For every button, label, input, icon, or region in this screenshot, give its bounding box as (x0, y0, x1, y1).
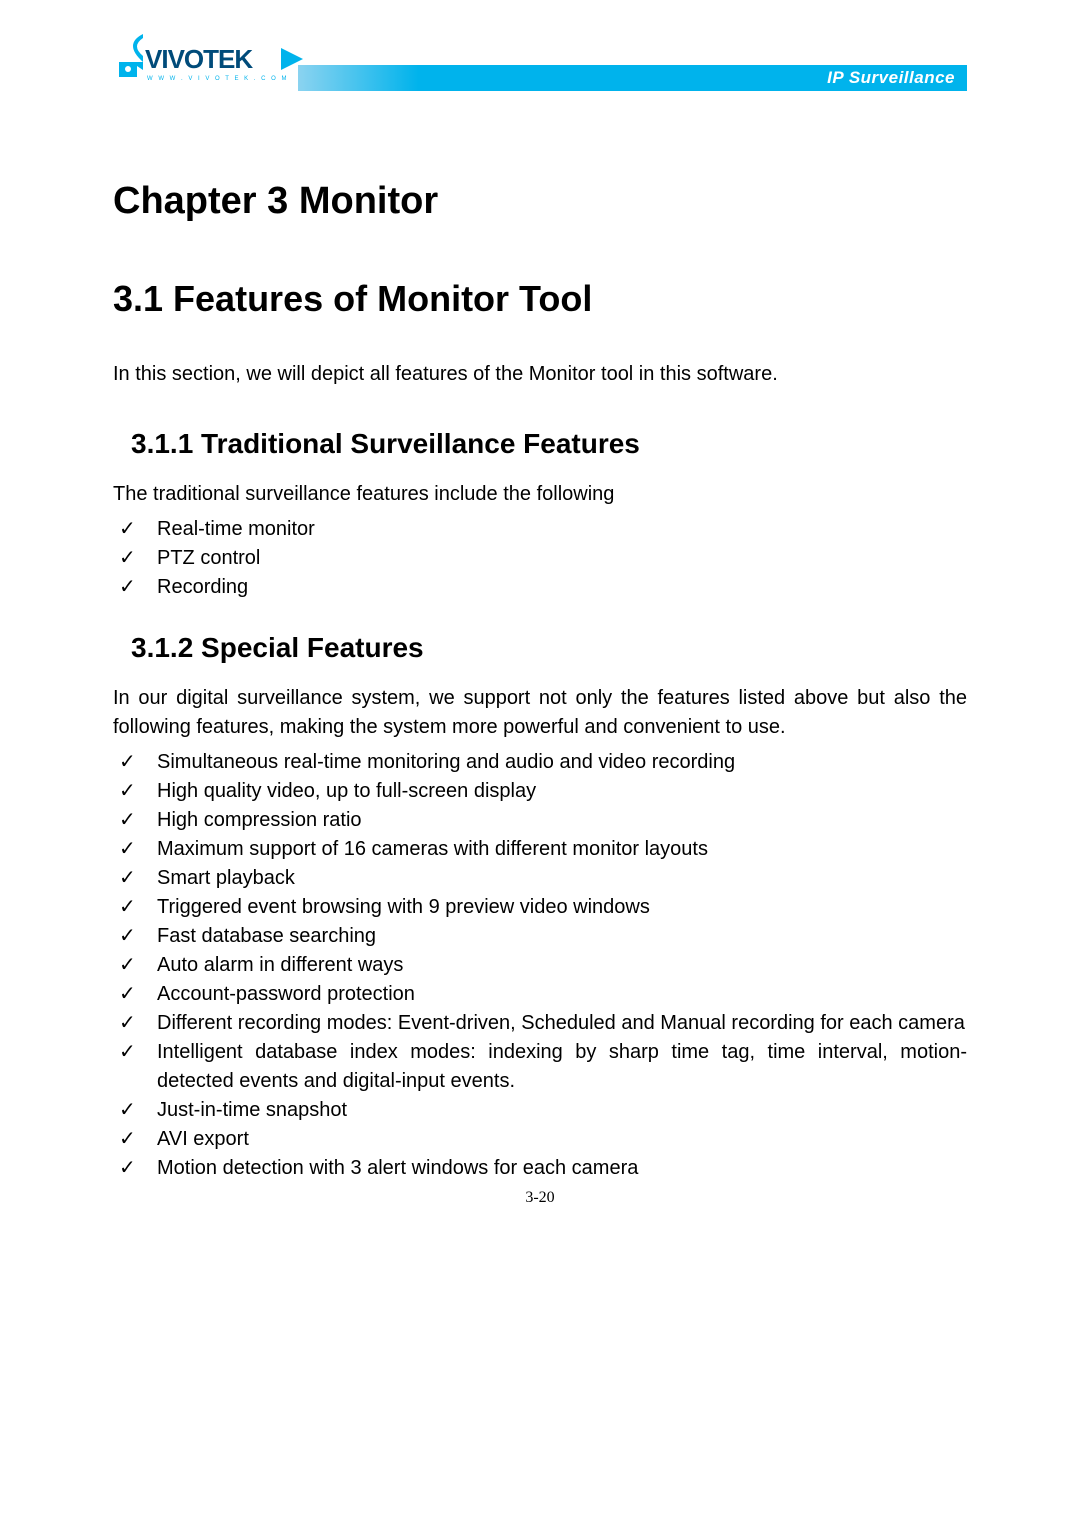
list-item-text: Just-in-time snapshot (157, 1096, 967, 1125)
list-item-text: Motion detection with 3 alert windows fo… (157, 1154, 967, 1183)
check-icon: ✓ (117, 922, 157, 951)
list-item: ✓Maximum support of 16 cameras with diff… (117, 835, 967, 864)
list-item: ✓Motion detection with 3 alert windows f… (117, 1154, 967, 1183)
list-item-text: Simultaneous real-time monitoring and au… (157, 748, 967, 777)
list-item: ✓Auto alarm in different ways (117, 951, 967, 980)
list-item: ✓Real-time monitor (117, 515, 967, 544)
list-item: ✓High compression ratio (117, 806, 967, 835)
header-banner: IP Surveillance (298, 65, 967, 91)
svg-text:W W W . V I V O T E K . C O M: W W W . V I V O T E K . C O M (147, 76, 288, 82)
subsection-312-lead: In our digital surveillance system, we s… (113, 684, 967, 742)
list-item-text: Intelligent database index modes: indexi… (157, 1038, 967, 1096)
check-icon: ✓ (117, 1154, 157, 1183)
subsection-311-list: ✓Real-time monitor ✓PTZ control ✓Recordi… (113, 515, 967, 602)
list-item: ✓High quality video, up to full-screen d… (117, 777, 967, 806)
subsection-311-title: 3.1.1 Traditional Surveillance Features (113, 428, 967, 460)
check-icon: ✓ (117, 1038, 157, 1067)
subsection-312-list: ✓Simultaneous real-time monitoring and a… (113, 748, 967, 1183)
header: VIVOTEK W W W . V I V O T E K . C O M IP… (113, 40, 967, 100)
section-intro: In this section, we will depict all feat… (113, 360, 967, 388)
list-item: ✓AVI export (117, 1125, 967, 1154)
section-title: 3.1 Features of Monitor Tool (113, 278, 967, 320)
list-item: ✓Simultaneous real-time monitoring and a… (117, 748, 967, 777)
list-item: ✓Recording (117, 573, 967, 602)
subsection-312-title: 3.1.2 Special Features (113, 632, 967, 664)
list-item: ✓PTZ control (117, 544, 967, 573)
list-item: ✓Intelligent database index modes: index… (117, 1038, 967, 1096)
subsection-311-lead: The traditional surveillance features in… (113, 480, 967, 509)
list-item-text: AVI export (157, 1125, 967, 1154)
list-item-text: Smart playback (157, 864, 967, 893)
list-item: ✓Triggered event browsing with 9 preview… (117, 893, 967, 922)
list-item-text: High quality video, up to full-screen di… (157, 777, 967, 806)
check-icon: ✓ (117, 806, 157, 835)
check-icon: ✓ (117, 951, 157, 980)
list-item-text: Fast database searching (157, 922, 967, 951)
list-item: ✓Different recording modes: Event-driven… (117, 1009, 967, 1038)
list-item: ✓Smart playback (117, 864, 967, 893)
check-icon: ✓ (117, 1009, 157, 1038)
check-icon: ✓ (117, 1125, 157, 1154)
check-icon: ✓ (117, 544, 157, 573)
list-item-text: PTZ control (157, 544, 967, 573)
list-item-text: Real-time monitor (157, 515, 967, 544)
list-item-text: Account-password protection (157, 980, 967, 1009)
list-item: ✓Account-password protection (117, 980, 967, 1009)
chapter-title: Chapter 3 Monitor (113, 180, 967, 223)
list-item-text: Maximum support of 16 cameras with diffe… (157, 835, 967, 864)
check-icon: ✓ (117, 980, 157, 1009)
svg-text:VIVOTEK: VIVOTEK (145, 44, 253, 74)
list-item: ✓Fast database searching (117, 922, 967, 951)
vivotek-logo: VIVOTEK W W W . V I V O T E K . C O M (113, 32, 308, 95)
check-icon: ✓ (117, 515, 157, 544)
list-item-text: Different recording modes: Event-driven,… (157, 1009, 967, 1038)
check-icon: ✓ (117, 777, 157, 806)
banner-text: IP Surveillance (827, 68, 955, 88)
check-icon: ✓ (117, 864, 157, 893)
list-item: ✓Just-in-time snapshot (117, 1096, 967, 1125)
check-icon: ✓ (117, 835, 157, 864)
list-item-text: Recording (157, 573, 967, 602)
check-icon: ✓ (117, 893, 157, 922)
list-item-text: High compression ratio (157, 806, 967, 835)
check-icon: ✓ (117, 573, 157, 602)
list-item-text: Triggered event browsing with 9 preview … (157, 893, 967, 922)
page-number: 3-20 (0, 1189, 1080, 1207)
check-icon: ✓ (117, 748, 157, 777)
list-item-text: Auto alarm in different ways (157, 951, 967, 980)
check-icon: ✓ (117, 1096, 157, 1125)
